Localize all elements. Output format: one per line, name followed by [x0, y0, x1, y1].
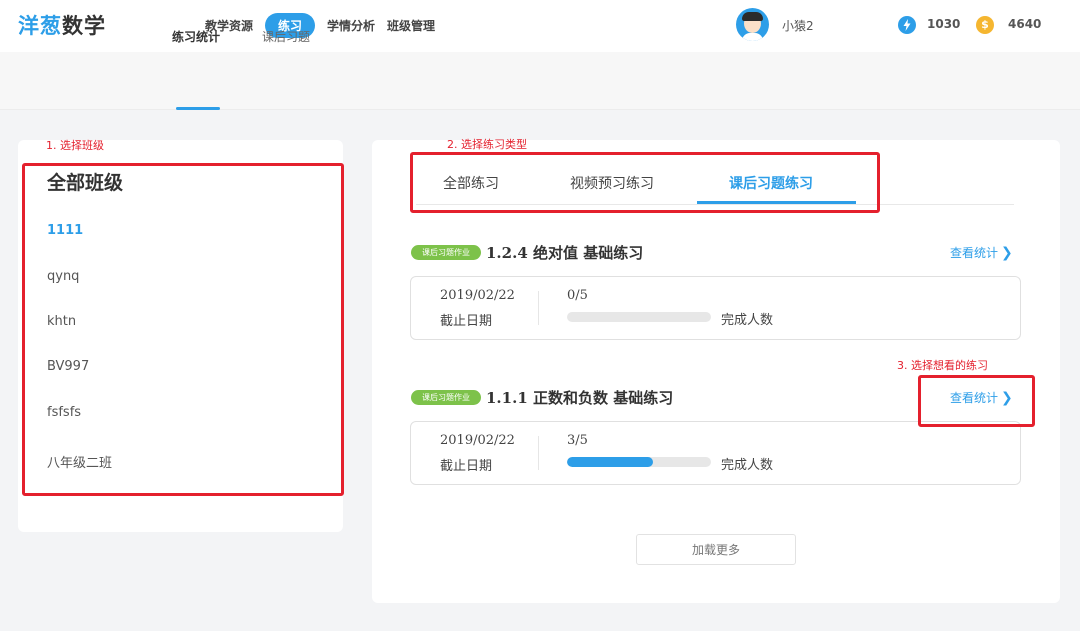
view-stats-link[interactable]: 查看统计 ❯ [950, 244, 1013, 261]
nav-class-management[interactable]: 班级管理 [387, 17, 435, 34]
deadline-date: 2019/02/22 [440, 288, 515, 303]
app-logo[interactable]: 洋葱数学 [18, 10, 106, 40]
annotation-box-view-stats [918, 375, 1035, 427]
deadline-date: 2019/02/22 [440, 433, 515, 448]
lightning-icon [898, 16, 916, 34]
completion-count: 3/5 [567, 433, 588, 448]
annotation-box-class-list [22, 163, 344, 496]
completion-progress-bar [567, 457, 711, 467]
exercise-title: 1.2.4 绝对值 基础练习 [486, 244, 644, 262]
progress-fill [567, 457, 654, 467]
exercise-title: 1.1.1 正数和负数 基础练习 [486, 389, 674, 407]
exercise-type-badge: 课后习题作业 [411, 245, 481, 260]
active-tab-indicator [176, 107, 220, 110]
completion-label: 完成人数 [721, 313, 774, 328]
completion-label: 完成人数 [721, 458, 774, 473]
exercise-card[interactable] [410, 276, 1021, 340]
tab-practice-stats[interactable]: 练习统计 [172, 28, 220, 45]
load-more-button[interactable]: 加载更多 [636, 534, 796, 565]
top-header [0, 0, 1080, 52]
annotation-step2: 2. 选择练习类型 [447, 138, 527, 151]
deadline-label: 截止日期 [440, 459, 493, 474]
user-avatar[interactable] [736, 8, 769, 41]
card-divider [538, 436, 539, 470]
nav-learning-analysis[interactable]: 学情分析 [327, 17, 375, 34]
tab-homework[interactable]: 课后习题 [262, 28, 310, 45]
sub-nav-bar [0, 52, 1080, 110]
completion-progress-bar [567, 312, 711, 322]
exercise-type-badge: 课后习题作业 [411, 390, 481, 405]
deadline-label: 截止日期 [440, 314, 493, 329]
completion-count: 0/5 [567, 288, 588, 303]
annotation-box-type-tabs [410, 152, 880, 213]
main-nav: 教学资源 练习 学情分析 班级管理 [205, 13, 447, 38]
username[interactable]: 小猿2 [782, 17, 814, 34]
avatar-body [742, 33, 763, 41]
avatar-hair [742, 12, 763, 21]
card-divider [538, 291, 539, 325]
annotation-step3: 3. 选择想看的练习 [897, 359, 988, 372]
exercise-card[interactable] [410, 421, 1021, 485]
coin-value: 4640 [1008, 17, 1042, 31]
annotation-step1: 1. 选择班级 [46, 139, 104, 152]
energy-value: 1030 [927, 17, 961, 31]
chevron-right-icon: ❯ [1001, 245, 1013, 261]
dollar-coin-icon: $ [976, 16, 994, 34]
